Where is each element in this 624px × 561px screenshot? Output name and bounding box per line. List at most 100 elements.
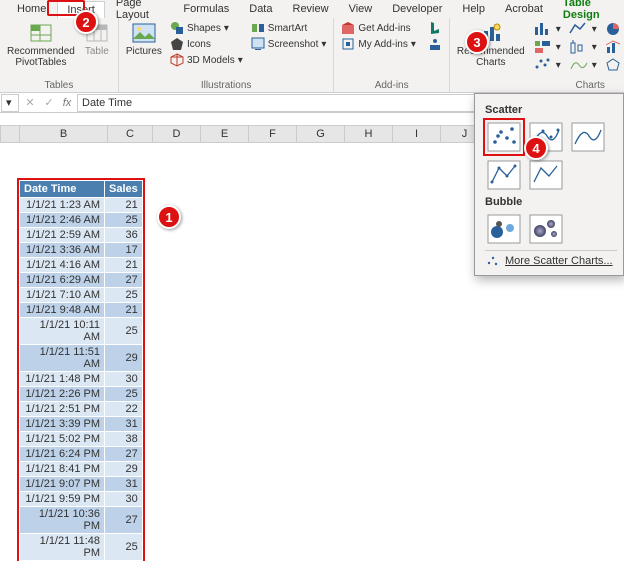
table-row[interactable]: 1/1/21 8:41 PM29 [20, 462, 143, 477]
cell[interactable]: 25 [105, 318, 143, 345]
cell[interactable]: 1/1/21 2:46 AM [20, 213, 105, 228]
pictures-button[interactable]: Pictures [123, 20, 165, 59]
line-chart-button[interactable]: ▾ [566, 20, 600, 38]
table-row[interactable]: 1/1/21 1:48 PM30 [20, 372, 143, 387]
table-row[interactable]: 1/1/21 10:11 AM25 [20, 318, 143, 345]
cell[interactable]: 29 [105, 462, 143, 477]
scatter-chart-button[interactable]: ▾ [530, 56, 564, 74]
tab-data[interactable]: Data [240, 1, 281, 17]
column-header-G[interactable]: G [297, 125, 345, 143]
table-row[interactable]: 1/1/21 4:16 AM21 [20, 258, 143, 273]
cell[interactable]: 25 [105, 387, 143, 402]
cell[interactable]: 1/1/21 8:41 PM [20, 462, 105, 477]
cell[interactable]: 21 [105, 198, 143, 213]
cell[interactable]: 1/1/21 10:11 AM [20, 318, 105, 345]
table-row[interactable]: 1/1/21 2:51 PM22 [20, 402, 143, 417]
cell[interactable]: 1/1/21 3:39 PM [20, 417, 105, 432]
get-addins-button[interactable]: Get Add-ins [338, 20, 419, 36]
cell[interactable]: 30 [105, 492, 143, 507]
column-header-E[interactable]: E [201, 125, 249, 143]
table-row[interactable]: 1/1/21 1:23 AM21 [20, 198, 143, 213]
cell[interactable]: 38 [105, 432, 143, 447]
cell[interactable]: 25 [105, 534, 143, 561]
tab-help[interactable]: Help [453, 1, 494, 17]
radar-chart-button[interactable]: ▾ [602, 56, 624, 74]
cell[interactable]: 1/1/21 7:10 AM [20, 288, 105, 303]
table-row[interactable]: 1/1/21 6:29 AM27 [20, 273, 143, 288]
column-header-H[interactable]: H [345, 125, 393, 143]
table-row[interactable]: 1/1/21 3:36 AM17 [20, 243, 143, 258]
stats-chart-button[interactable]: ▾ [566, 38, 600, 56]
table-row[interactable]: 1/1/21 3:39 PM31 [20, 417, 143, 432]
bing-maps-button[interactable] [425, 20, 445, 36]
models-button[interactable]: 3D Models ▾ [167, 52, 246, 68]
cell[interactable]: 1/1/21 2:51 PM [20, 402, 105, 417]
cell[interactable]: 1/1/21 9:07 PM [20, 477, 105, 492]
cell[interactable]: 1/1/21 1:48 PM [20, 372, 105, 387]
table-row[interactable]: 1/1/21 7:10 AM25 [20, 288, 143, 303]
surface-chart-button[interactable]: ▾ [566, 56, 600, 74]
header-sales[interactable]: Sales [105, 181, 143, 198]
cell[interactable]: 21 [105, 258, 143, 273]
cell[interactable]: 1/1/21 2:26 PM [20, 387, 105, 402]
icons-button[interactable]: Icons [167, 36, 246, 52]
bubble-option[interactable] [485, 212, 523, 246]
shapes-button[interactable]: Shapes ▾ [167, 20, 246, 36]
cell[interactable]: 1/1/21 11:51 AM [20, 345, 105, 372]
table-row[interactable]: 1/1/21 5:02 PM38 [20, 432, 143, 447]
cell[interactable]: 17 [105, 243, 143, 258]
cell[interactable]: 27 [105, 507, 143, 534]
table-row[interactable]: 1/1/21 6:24 PM27 [20, 447, 143, 462]
cell[interactable]: 22 [105, 402, 143, 417]
cell[interactable]: 1/1/21 1:23 AM [20, 198, 105, 213]
screenshot-button[interactable]: Screenshot ▾ [248, 36, 330, 52]
scatter-smooth-lines-option[interactable] [569, 120, 607, 154]
smartart-button[interactable]: SmartArt [248, 20, 330, 36]
cell[interactable]: 1/1/21 6:29 AM [20, 273, 105, 288]
hierarchy-chart-button[interactable]: ▾ [530, 38, 564, 56]
cell[interactable]: 25 [105, 213, 143, 228]
tab-acrobat[interactable]: Acrobat [496, 1, 552, 17]
table-row[interactable]: 1/1/21 9:07 PM31 [20, 477, 143, 492]
combo-chart-button[interactable]: ▾ [602, 38, 624, 56]
table-row[interactable]: 1/1/21 2:59 AM36 [20, 228, 143, 243]
tab-formulas[interactable]: Formulas [174, 1, 238, 17]
fx-icon[interactable]: fx [58, 97, 76, 109]
column-header-F[interactable]: F [249, 125, 297, 143]
table-row[interactable]: 1/1/21 9:59 PM30 [20, 492, 143, 507]
scatter-straight-lines-option[interactable] [527, 158, 565, 192]
cell[interactable]: 1/1/21 6:24 PM [20, 447, 105, 462]
cell[interactable]: 1/1/21 3:36 AM [20, 243, 105, 258]
header-datetime[interactable]: Date Time [20, 181, 105, 198]
cell[interactable]: 27 [105, 447, 143, 462]
people-graph-button[interactable] [425, 36, 445, 52]
my-addins-button[interactable]: My Add-ins ▾ [338, 36, 419, 52]
select-all-corner[interactable] [0, 125, 20, 143]
column-header-I[interactable]: I [393, 125, 441, 143]
pie-chart-button[interactable]: ▾ [602, 20, 624, 38]
data-table[interactable]: Date Time Sales 1/1/21 1:23 AM211/1/21 2… [19, 180, 143, 561]
table-row[interactable]: 1/1/21 2:26 PM25 [20, 387, 143, 402]
cell[interactable]: 27 [105, 273, 143, 288]
scatter-straight-lines-markers-option[interactable] [485, 158, 523, 192]
tab-developer[interactable]: Developer [383, 1, 451, 17]
column-header-D[interactable]: D [153, 125, 201, 143]
table-row[interactable]: 1/1/21 11:51 AM29 [20, 345, 143, 372]
table-row[interactable]: 1/1/21 11:48 PM25 [20, 534, 143, 561]
bubble-3d-option[interactable] [527, 212, 565, 246]
table-row[interactable]: 1/1/21 10:36 PM27 [20, 507, 143, 534]
more-scatter-charts-link[interactable]: More Scatter Charts... [485, 251, 617, 271]
cell[interactable]: 1/1/21 10:36 PM [20, 507, 105, 534]
table-row[interactable]: 1/1/21 2:46 AM25 [20, 213, 143, 228]
column-header-C[interactable]: C [108, 125, 153, 143]
cell[interactable]: 1/1/21 4:16 AM [20, 258, 105, 273]
table-row[interactable]: 1/1/21 9:48 AM21 [20, 303, 143, 318]
recommended-pivottables-button[interactable]: Recommended PivotTables [4, 20, 78, 70]
tab-review[interactable]: Review [284, 1, 338, 17]
cell[interactable]: 1/1/21 2:59 AM [20, 228, 105, 243]
scatter-markers-option[interactable] [485, 120, 523, 154]
cell[interactable]: 1/1/21 9:59 PM [20, 492, 105, 507]
column-chart-button[interactable]: ▾ [530, 20, 564, 38]
cell[interactable]: 31 [105, 477, 143, 492]
cell[interactable]: 36 [105, 228, 143, 243]
